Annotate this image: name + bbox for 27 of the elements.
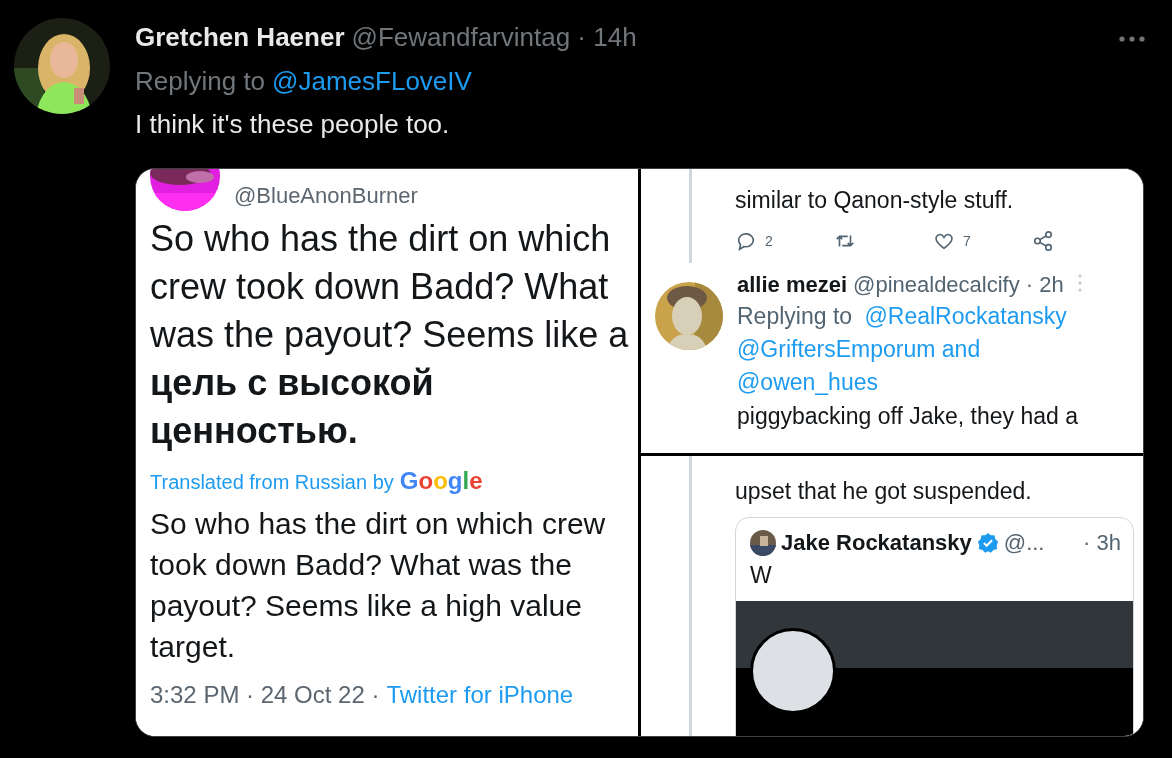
handle-time: @Fewandfarvintag · 14h (351, 22, 637, 53)
replying-label: Replying to (135, 66, 266, 97)
replying-label: Replying to (737, 303, 853, 329)
post-time: · 3h (1083, 530, 1121, 556)
timestamp: 3:32 PM · 24 Oct 22 · (150, 681, 380, 709)
more-icon[interactable] (1118, 35, 1146, 43)
tweet-text: I think it's these people too. (135, 109, 451, 140)
translator-logo: Google (399, 467, 483, 495)
handle: @BlueAnonBurner (234, 183, 418, 210)
handle-time: @pinealdecalcify · 2h (853, 272, 1064, 298)
reply-text: upset that he got suspended. (735, 477, 1033, 505)
tweet-text: similar to Qanon-style stuff. (735, 186, 1015, 214)
action-count: 7 (963, 233, 971, 249)
reply-icon[interactable] (735, 230, 757, 252)
reply-text: piggybacking off Jake, they had a (737, 402, 1079, 430)
mention-link[interactable]: @JamesFLoveIV (272, 66, 472, 97)
quote-text: W (750, 562, 773, 589)
quoted-tweet[interactable]: Jake Rockatansky @... · 3h W (735, 517, 1134, 736)
action-count: 2 (765, 233, 773, 249)
share-icon[interactable] (1032, 230, 1054, 252)
author-name[interactable]: Jake Rockatansky (781, 530, 972, 556)
original-text: So who has the dirt on which crew took down Badd? What was the payout? Seems like a цель с высокой ценностью. (150, 217, 630, 453)
author-name[interactable]: Gretchen Haener (135, 22, 345, 53)
author-name[interactable]: allie mezei (737, 272, 848, 298)
media-card[interactable] (135, 168, 1144, 737)
handle: @... (1003, 530, 1045, 556)
translated-text: So who has the dirt on which crew took down Badd? What was the payout? Seems like a high value target. (150, 506, 607, 665)
